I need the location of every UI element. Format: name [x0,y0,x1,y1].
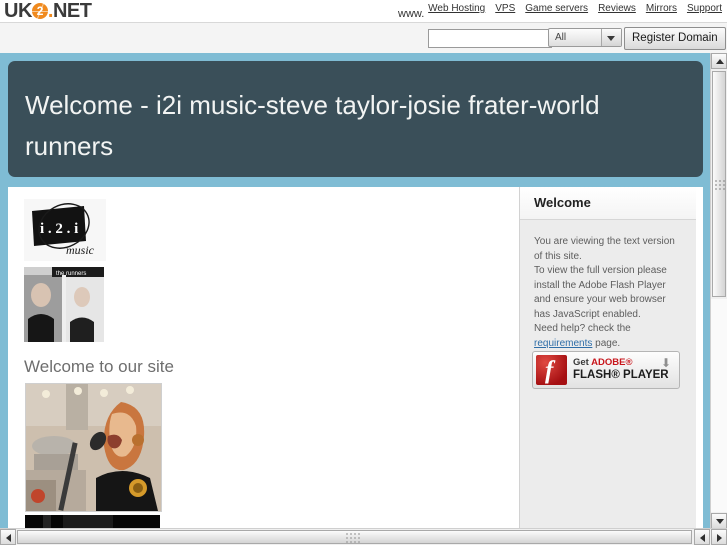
scroll-down-button[interactable] [711,513,727,529]
logo-suffix: NET [52,0,92,22]
sidebar-text-line3: Need help? check the requirements page. [534,322,684,351]
sidebar-body: You are viewing the text version of this… [534,235,684,351]
sidebar-text-line1: You are viewing the text version of this… [534,236,675,262]
vertical-scrollbar-track[interactable] [711,299,727,512]
singer-photo-graphic [26,384,161,511]
flash-reg-mark-1: ® [625,357,633,368]
primary-nav: Web Hosting VPS Game servers Reviews Mirrors… [418,3,722,14]
get-adobe-flash-player-button[interactable]: f Get ADOBE® FLASH® PLAYER ⬇ [532,351,680,389]
page-title: Welcome - i2i music-steve taylor-josie f… [25,90,600,161]
sidebar-help-suffix: page. [592,337,621,349]
sidebar-title: Welcome [534,195,591,210]
page-banner: Welcome - i2i music-steve taylor-josie f… [8,61,703,177]
the-runners-photo: the runners [24,267,104,342]
i2i-music-logo-graphic: i . 2 . i music [24,199,106,261]
nav-item-mirrors[interactable]: Mirrors [646,3,677,14]
nav-item-game-servers[interactable]: Game servers [525,3,588,14]
flash-badge-line2: FLASH® PLAYER [573,369,669,381]
vertical-scrollbar-thumb[interactable] [712,71,726,297]
singer-photo [25,383,162,512]
content-heading: Welcome to our site [24,357,174,376]
triangle-up-icon [716,59,724,64]
photo-black-band-graphic [25,515,160,529]
welcome-sidebar: Welcome You are viewing the text version… [519,187,696,529]
flash-adobe-label: ADOBE [591,357,626,368]
scroll-left-button[interactable] [0,529,16,545]
horizontal-scrollbar-thumb[interactable] [17,530,692,544]
globe-icon: 2 [31,3,48,19]
download-arrow-icon: ⬇ [660,356,671,370]
logo-globe-digit: 2 [36,4,44,18]
triangle-right-icon [717,534,722,542]
chevron-down-icon[interactable] [601,29,621,46]
triangle-left-icon [6,534,11,542]
nav-item-support[interactable]: Support [687,3,722,14]
browser-viewport: UK 2 .NET Web Hosting VPS Game servers Review… [0,0,727,545]
sidebar-text-line2: To view the full version please install … [534,265,667,320]
flash-f-glyph: f [545,357,554,384]
www-label: www. [398,8,425,20]
flash-flash-label: FLASH [573,369,612,381]
content-panel: i . 2 . i music the runners Welcome to o… [8,187,703,529]
scroll-left-button-secondary[interactable] [694,529,710,545]
nav-item-reviews[interactable]: Reviews [598,3,636,14]
flash-badge-line1: Get ADOBE® [573,357,632,368]
nav-item-vps[interactable]: VPS [495,3,515,14]
scroll-right-button[interactable] [711,529,727,545]
uk2net-logo[interactable]: UK 2 .NET [4,0,92,22]
tld-select[interactable]: All [548,28,622,47]
svg-text:music: music [66,243,95,257]
site-header: UK 2 .NET Web Hosting VPS Game servers Review… [0,0,727,22]
logo-prefix: UK [4,0,32,22]
the-runners-photo-graphic: the runners [24,267,104,342]
domain-search-input[interactable] [428,29,552,48]
triangle-left-icon-secondary [700,534,705,542]
svg-text:i . 2 . i: i . 2 . i [40,221,78,237]
flash-player-label: PLAYER [619,369,669,381]
scroll-up-button[interactable] [711,53,727,69]
tld-select-value: All [555,32,567,43]
flash-logo-icon: f [536,355,567,385]
sidebar-help-prefix: Need help? check the [534,323,631,334]
flash-get-label: Get [573,357,592,368]
triangle-down-icon [716,519,724,524]
svg-text:the runners: the runners [56,271,86,277]
nav-item-web-hosting[interactable]: Web Hosting [428,3,485,14]
page-content-area: Welcome - i2i music-steve taylor-josie f… [0,53,711,529]
horizontal-scrollbar[interactable] [0,528,727,545]
requirements-link[interactable]: requirements [534,338,592,349]
sidebar-header: Welcome [520,187,696,220]
photo-black-band [25,515,160,529]
scrollbar-grip-icon-horizontal [346,533,360,543]
register-domain-button[interactable]: Register Domain [624,27,726,50]
scrollbar-grip-icon [715,180,725,190]
vertical-scrollbar[interactable] [710,53,727,529]
flash-reg-mark-2: ® [611,369,620,381]
i2i-music-logo: i . 2 . i music [24,199,106,261]
